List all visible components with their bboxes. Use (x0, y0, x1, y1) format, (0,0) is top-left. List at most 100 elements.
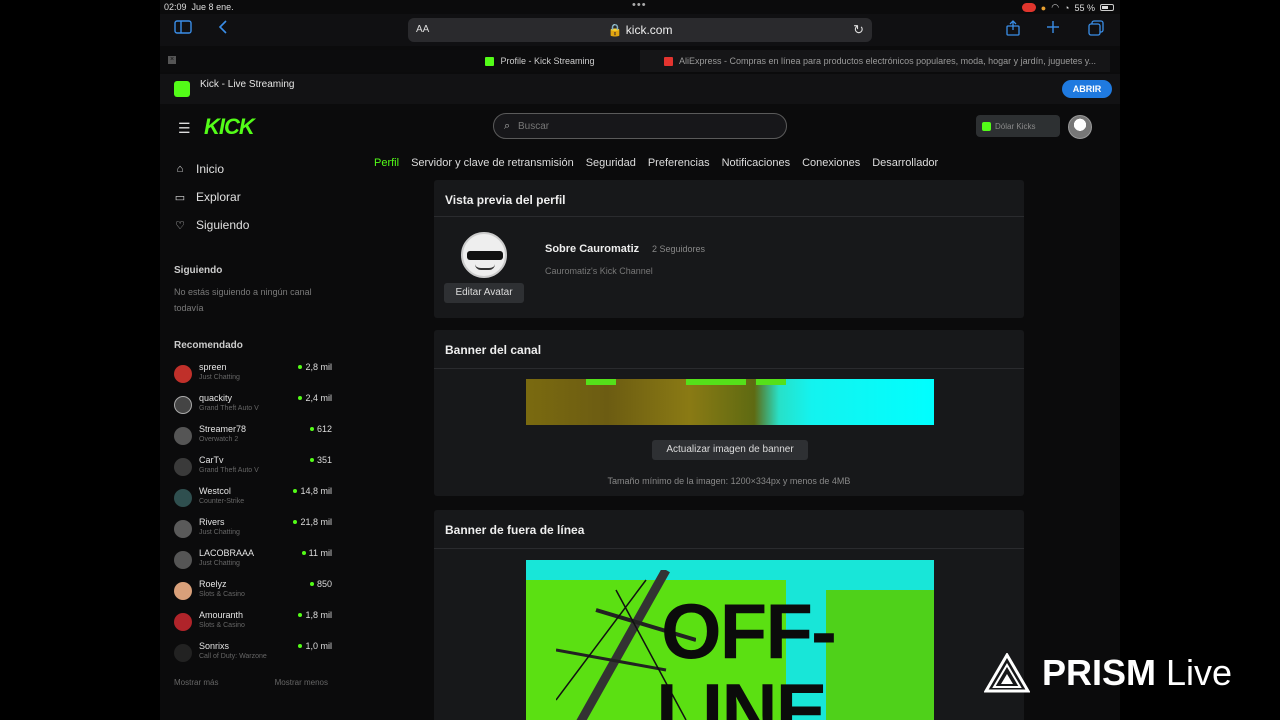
recommended-list: spreen Just Chatting 2,8 mil quackity Grand… (172, 360, 332, 670)
recommended-channel[interactable]: Westcol Counter-Strike 14,8 mil (172, 484, 332, 515)
recommended-channel[interactable]: Rivers Just Chatting 21,8 mil (172, 515, 332, 546)
recommended-channel[interactable]: LACOBRAAA Just Chatting 11 mil (172, 546, 332, 577)
update-banner-button[interactable]: Actualizar imagen de banner (652, 440, 808, 460)
live-dot-icon (309, 427, 314, 431)
viewer-count: 21,8 mil (293, 517, 332, 527)
divider (434, 548, 1024, 549)
address-bar[interactable]: AA 🔒 kick.com ↻ (408, 18, 872, 42)
banner-stripe (586, 379, 616, 385)
channel-name: spreen (199, 362, 227, 372)
tab-desarrollador[interactable]: Desarrollador (872, 157, 938, 173)
tabs-overview-icon[interactable] (1088, 20, 1104, 40)
back-icon[interactable] (218, 20, 228, 38)
recommended-channel[interactable]: quackity Grand Theft Auto V 2,4 mil (172, 391, 332, 422)
live-dot-icon (298, 396, 303, 400)
recommended-channel[interactable]: spreen Just Chatting 2,8 mil (172, 360, 332, 391)
status-bar: 02:09 Jue 8 ene. ••• ● ◠ ◔ 55 % (160, 0, 1120, 14)
channel-avatar (174, 489, 192, 507)
channel-avatar (174, 520, 192, 538)
viewer-count: 850 (309, 579, 332, 589)
search-icon: ⌕ (504, 120, 511, 132)
recommended-channel[interactable]: Roelyz Slots & Casino 850 (172, 577, 332, 608)
live-dot-icon (298, 365, 303, 369)
banner-stripe (756, 379, 786, 385)
sidebar-item-explorar[interactable]: ▭ Explorar (174, 190, 241, 204)
channel-category: Counter-Strike (199, 498, 245, 505)
ipad-screen: 02:09 Jue 8 ene. ••• ● ◠ ◔ 55 % AA 🔒 kic… (160, 0, 1120, 720)
close-tab-icon[interactable]: × (168, 56, 176, 64)
new-tab-icon[interactable] (1046, 20, 1060, 38)
viewer-count: 1,0 mil (298, 641, 332, 651)
show-less-link[interactable]: Mostrar menos (275, 678, 328, 687)
app-banner-title: Kick - Live Streaming (200, 79, 295, 90)
tab-title: Profile - Kick Streaming (500, 56, 595, 66)
channel-avatar (174, 551, 192, 569)
channel-name: LACOBRAAA (199, 548, 255, 558)
search-input[interactable] (518, 118, 778, 134)
edit-avatar-button[interactable]: Editar Avatar (444, 283, 524, 303)
channel-category: Grand Theft Auto V (199, 467, 259, 474)
show-more-link[interactable]: Mostrar más (174, 678, 218, 687)
offline-image-text: LINE (656, 667, 828, 720)
reload-icon[interactable]: ↻ (853, 22, 864, 38)
kick-logo[interactable]: KICK (204, 114, 255, 140)
recommended-channel[interactable]: Streamer78 Overwatch 2 612 (172, 422, 332, 453)
browser-tab-bar: × Profile - Kick Streaming AliExpress - … (160, 50, 1120, 72)
tab-aliexpress[interactable]: AliExpress - Compras en línea para produ… (640, 50, 1110, 72)
sidebar-item-siguiendo[interactable]: ♡ Siguiendo (174, 218, 249, 232)
profile-preview-card: Vista previa del perfil Editar Avatar So… (434, 180, 1024, 318)
recommended-channel[interactable]: Sonrixs Call of Duty: Warzone 1,0 mil (172, 639, 332, 670)
sidebar-item-label: Siguiendo (196, 218, 250, 232)
tab-conexiones[interactable]: Conexiones (802, 157, 860, 173)
recommended-channel[interactable]: CarTv Grand Theft Auto V 351 (172, 453, 332, 484)
menu-icon[interactable]: ☰ (178, 120, 191, 137)
channel-avatar (174, 427, 192, 445)
tab-stream-key[interactable]: Servidor y clave de retransmisión (411, 157, 574, 173)
kicks-icon (982, 121, 991, 131)
recommended-heading: Recomendado (174, 340, 243, 351)
user-avatar[interactable] (1068, 115, 1092, 139)
channel-category: Slots & Casino (199, 622, 245, 629)
live-dot-icon (301, 551, 306, 555)
open-app-button[interactable]: ABRIR (1062, 80, 1112, 98)
channel-category: Slots & Casino (199, 591, 245, 598)
divider (434, 368, 1024, 369)
tab-notificaciones[interactable]: Notificaciones (722, 157, 790, 173)
channel-name: Westcol (199, 486, 231, 496)
sidebar-footer: Mostrar más Mostrar menos (174, 678, 328, 687)
channel-name: Amouranth (199, 610, 244, 620)
search-bar[interactable]: ⌕ (493, 113, 787, 139)
tab-seguridad[interactable]: Seguridad (586, 157, 636, 173)
viewer-count: 11 mil (301, 548, 332, 558)
viewer-count: 2,4 mil (298, 393, 332, 403)
channel-avatar (174, 613, 192, 631)
recommended-channel[interactable]: Amouranth Slots & Casino 1,8 mil (172, 608, 332, 639)
battery-icon (1100, 4, 1114, 11)
kicks-label: Dólar Kicks (995, 121, 1036, 131)
multitask-dots-icon[interactable]: ••• (632, 0, 647, 11)
channel-category: Grand Theft Auto V (199, 405, 259, 412)
profile-description: Cauromatiz's Kick Channel (545, 266, 653, 276)
kick-favicon-icon (485, 56, 495, 66)
viewer-count: 2,8 mil (298, 362, 332, 372)
viewer-count: 612 (309, 424, 332, 434)
tab-perfil[interactable]: Perfil (374, 157, 399, 173)
sidebar-toggle-icon[interactable] (174, 20, 192, 38)
channel-name: Roelyz (199, 579, 227, 589)
tab-preferencias[interactable]: Preferencias (648, 157, 710, 173)
channel-category: Just Chatting (199, 529, 240, 536)
battery-percent: 55 % (1074, 2, 1095, 13)
share-icon[interactable] (1006, 20, 1020, 40)
sidebar-item-inicio[interactable]: ⌂ Inicio (174, 162, 224, 176)
channel-avatar (174, 644, 192, 662)
channel-banner-heading: Banner del canal (445, 343, 542, 357)
profile-about-title: Sobre Cauromatiz (545, 243, 640, 255)
banner-size-note: Tamaño mínimo de la imagen: 1200×334px y… (607, 476, 851, 486)
viewer-count: 1,8 mil (298, 610, 332, 620)
site-header: ☰ KICK ⌕ Dólar Kicks (160, 106, 1120, 146)
status-time: 02:09 Jue 8 ene. (164, 2, 234, 12)
channel-name: quackity (199, 393, 233, 403)
channel-avatar (174, 396, 192, 414)
channel-name: Sonrixs (199, 641, 230, 651)
kicks-balance-chip[interactable]: Dólar Kicks (976, 115, 1060, 137)
